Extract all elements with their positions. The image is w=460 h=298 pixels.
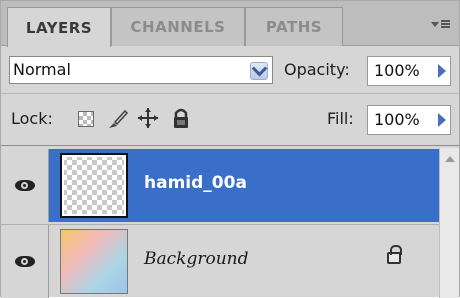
layer-row-hamid_00a[interactable]: hamid_00a xyxy=(1,149,439,222)
visibility-toggle[interactable] xyxy=(1,225,49,298)
lock-label: Lock: xyxy=(11,109,53,128)
opacity-label: Opacity: xyxy=(284,60,350,79)
layer-row-background[interactable]: Background xyxy=(1,224,439,298)
chevron-down-icon[interactable] xyxy=(250,62,268,80)
eye-icon xyxy=(14,256,35,267)
layer-name[interactable]: Background xyxy=(144,249,248,269)
fill-slider-arrow-icon[interactable] xyxy=(438,113,446,127)
fill-value: 100% xyxy=(374,110,420,129)
layer-lock-icon xyxy=(387,245,402,264)
opacity-slider-arrow-icon[interactable] xyxy=(438,64,446,78)
layer-thumbnail xyxy=(60,229,128,294)
tab-channels[interactable]: CHANNELS xyxy=(111,7,245,46)
opacity-field[interactable]: 100% xyxy=(367,56,451,86)
blend-mode-value: Normal xyxy=(13,60,71,79)
lock-all-icon[interactable] xyxy=(171,106,191,130)
panel-menu-icon[interactable] xyxy=(427,11,453,37)
lock-row: Lock: Fill: 100% xyxy=(1,93,459,146)
tab-paths[interactable]: PATHS xyxy=(245,7,343,46)
scroll-up-icon[interactable] xyxy=(445,156,455,162)
lock-move-icon[interactable] xyxy=(136,106,160,130)
layer-name[interactable]: hamid_00a xyxy=(144,173,247,193)
layers-scrollbar[interactable] xyxy=(439,148,459,298)
layer-thumbnail xyxy=(60,153,128,218)
tab-layers[interactable]: LAYERS xyxy=(7,7,111,47)
layers-panel: LAYERS CHANNELS PATHS Normal Opacity: 10… xyxy=(0,0,460,298)
blend-mode-select[interactable]: Normal xyxy=(9,56,273,84)
opacity-value: 100% xyxy=(374,61,420,80)
fill-label: Fill: xyxy=(327,109,354,128)
panel-tab-bar: LAYERS CHANNELS PATHS xyxy=(1,1,459,47)
fill-field[interactable]: 100% xyxy=(367,105,451,135)
visibility-toggle[interactable] xyxy=(1,149,49,222)
lock-transparent-icon[interactable] xyxy=(78,111,94,127)
blend-row: Normal Opacity: 100% xyxy=(1,47,459,93)
eye-icon xyxy=(14,180,35,191)
lock-brush-icon[interactable] xyxy=(106,107,130,131)
